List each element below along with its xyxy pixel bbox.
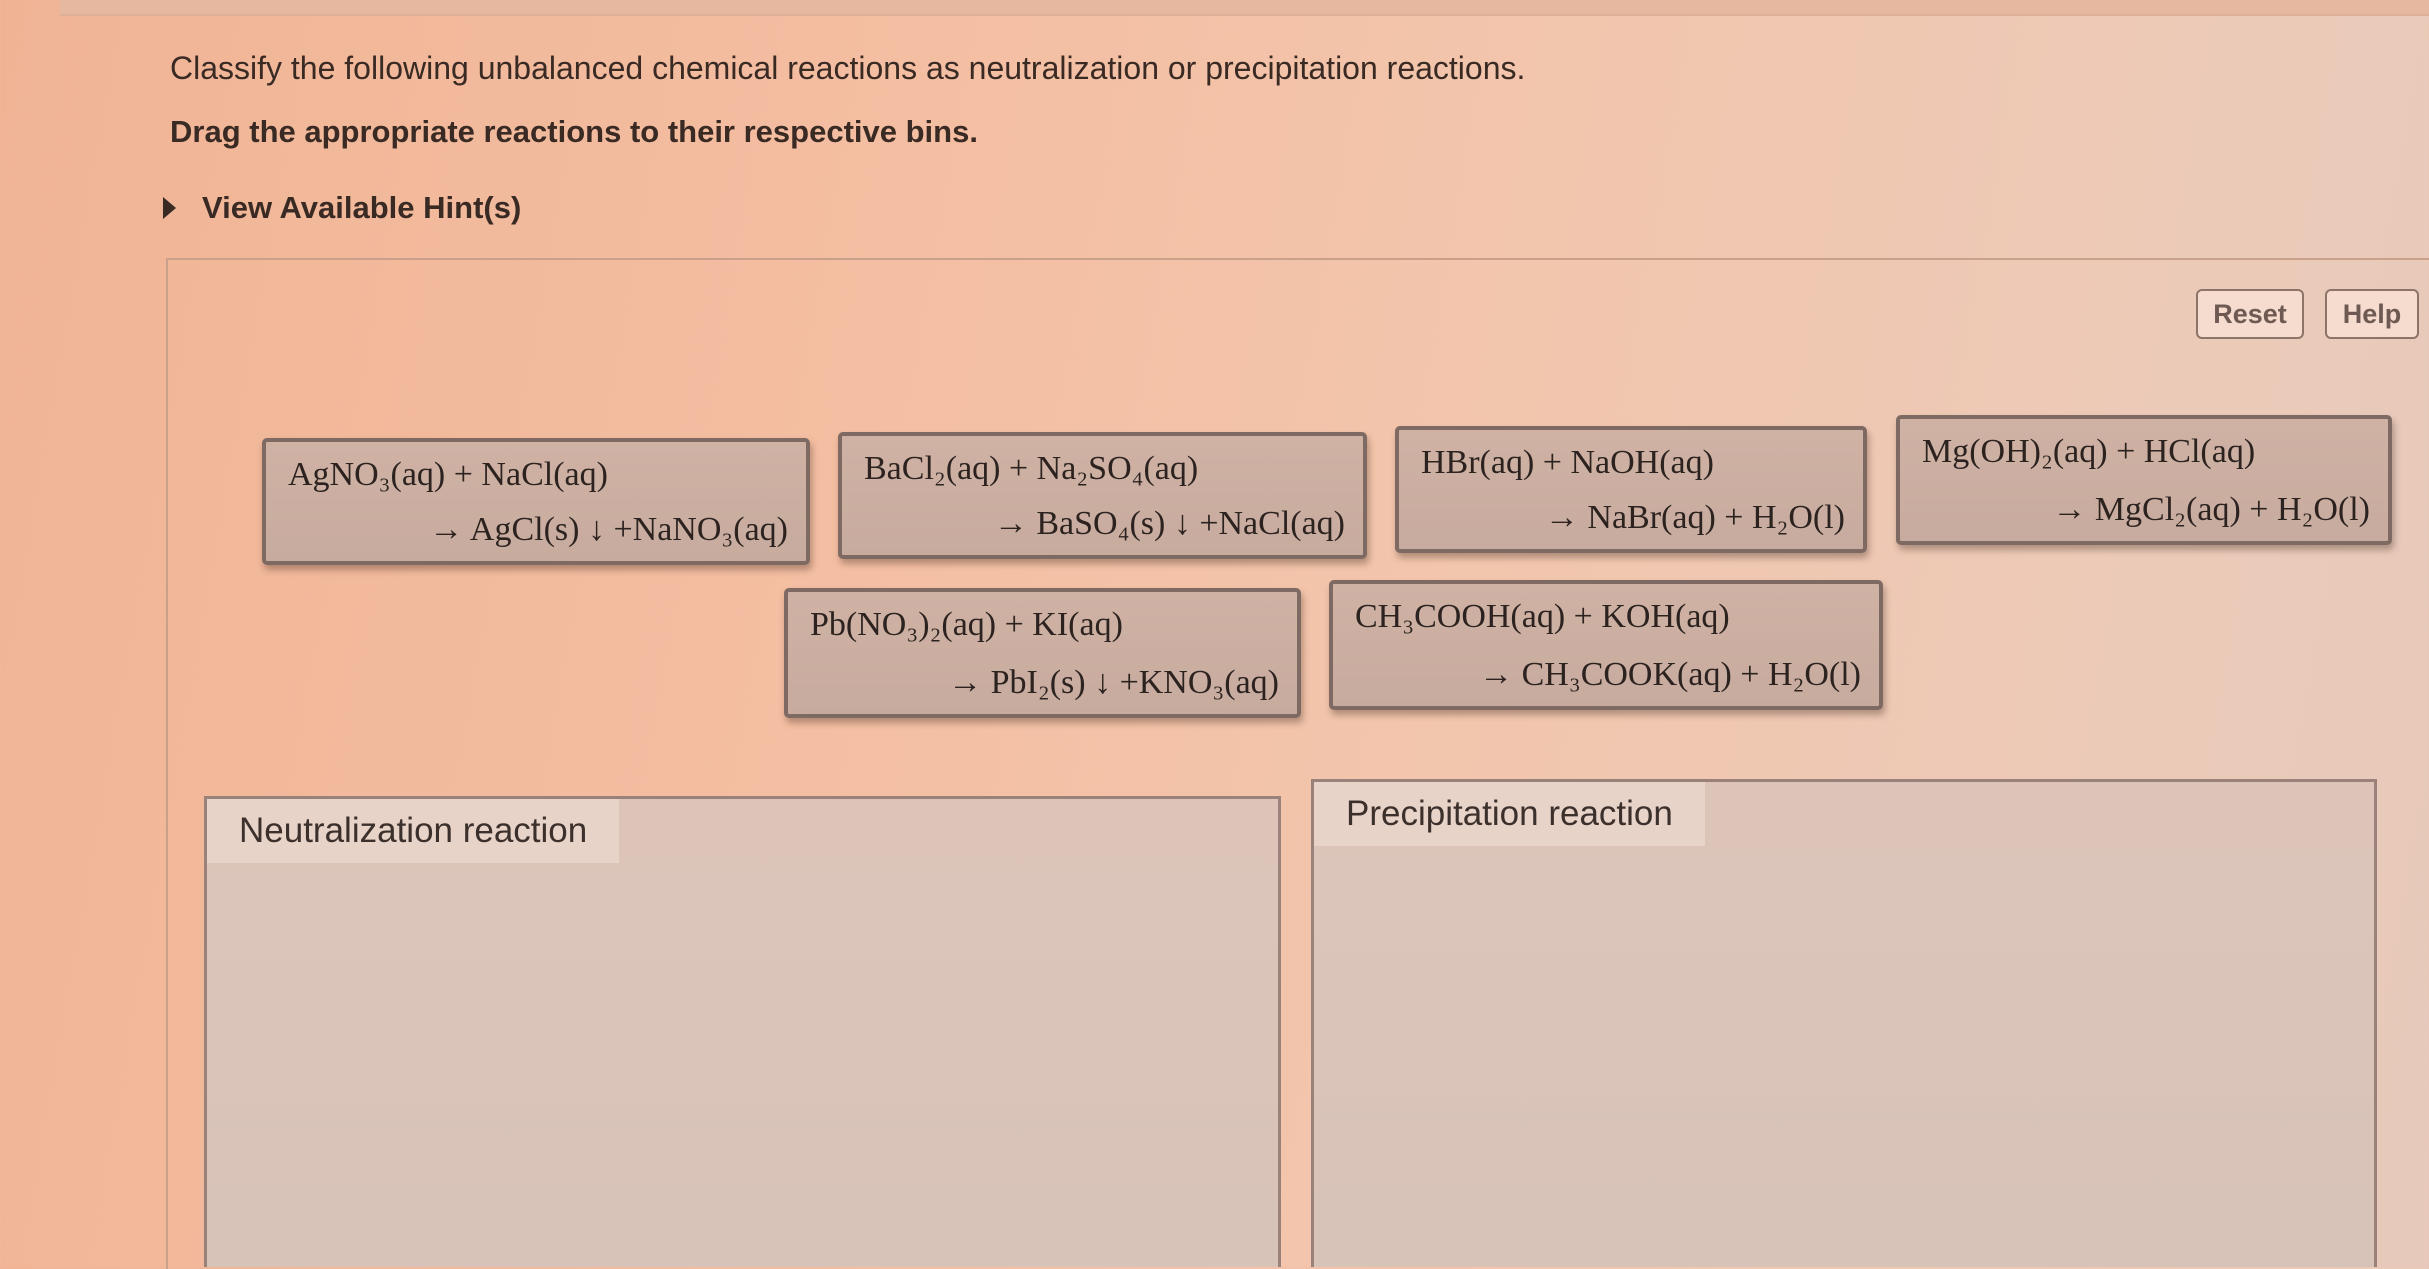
reaction-reactants: BaCl₂(aq) + Na₂SO₄(aq) (864, 450, 1199, 487)
precipitation-bin[interactable]: Precipitation reaction (1311, 779, 2377, 1267)
top-bar (60, 0, 2429, 16)
caret-right-icon (163, 197, 176, 219)
reaction-card[interactable]: BaCl₂(aq) + Na₂SO₄(aq) → BaSO₄(s) ↓ +NaC… (838, 432, 1367, 559)
neutralization-bin[interactable]: Neutralization reaction (204, 796, 1281, 1267)
reaction-reactants: Mg(OH)₂(aq) + HCl(aq) (1922, 433, 2256, 470)
reaction-products: → AgCl(s) ↓ +NaNO₃(aq) (429, 511, 788, 548)
reaction-card[interactable]: HBr(aq) + NaOH(aq) → NaBr(aq) + H₂O(l) (1395, 426, 1867, 553)
question-prompt: Classify the following unbalanced chemic… (170, 50, 1526, 86)
reaction-reactants: HBr(aq) + NaOH(aq) (1421, 444, 1714, 481)
reaction-card[interactable]: Pb(NO₃)₂(aq) + KI(aq) → PbI₂(s) ↓ +KNO₃(… (784, 588, 1301, 718)
reaction-card[interactable]: Mg(OH)₂(aq) + HCl(aq) → MgCl₂(aq) + H₂O(… (1896, 415, 2392, 545)
question-instruction: Drag the appropriate reactions to their … (170, 114, 978, 149)
reaction-reactants: Pb(NO₃)₂(aq) + KI(aq) (810, 606, 1123, 643)
reaction-products: → BaSO₄(s) ↓ +NaCl(aq) (993, 505, 1345, 542)
reaction-products: → CH₃COOK(aq) + H₂O(l) (1479, 656, 1861, 693)
reaction-products: → NaBr(aq) + H₂O(l) (1544, 499, 1845, 536)
bin-title: Neutralization reaction (207, 799, 620, 863)
reaction-reactants: CH₃COOH(aq) + KOH(aq) (1355, 598, 1730, 635)
view-hints-toggle[interactable]: View Available Hint(s) (163, 190, 521, 226)
hint-label: View Available Hint(s) (202, 190, 522, 225)
reaction-reactants: AgNO₃(aq) + NaCl(aq) (288, 456, 608, 493)
reaction-card[interactable]: CH₃COOH(aq) + KOH(aq) → CH₃COOK(aq) + H₂… (1329, 580, 1883, 710)
reaction-products: → MgCl₂(aq) + H₂O(l) (2052, 491, 2370, 528)
reset-button[interactable]: Reset (2196, 289, 2304, 339)
reaction-card[interactable]: AgNO₃(aq) + NaCl(aq) → AgCl(s) ↓ +NaNO₃(… (262, 438, 810, 565)
help-button[interactable]: Help (2325, 289, 2419, 339)
bin-title: Precipitation reaction (1314, 782, 1705, 846)
reaction-products: → PbI₂(s) ↓ +KNO₃(aq) (948, 664, 1279, 701)
